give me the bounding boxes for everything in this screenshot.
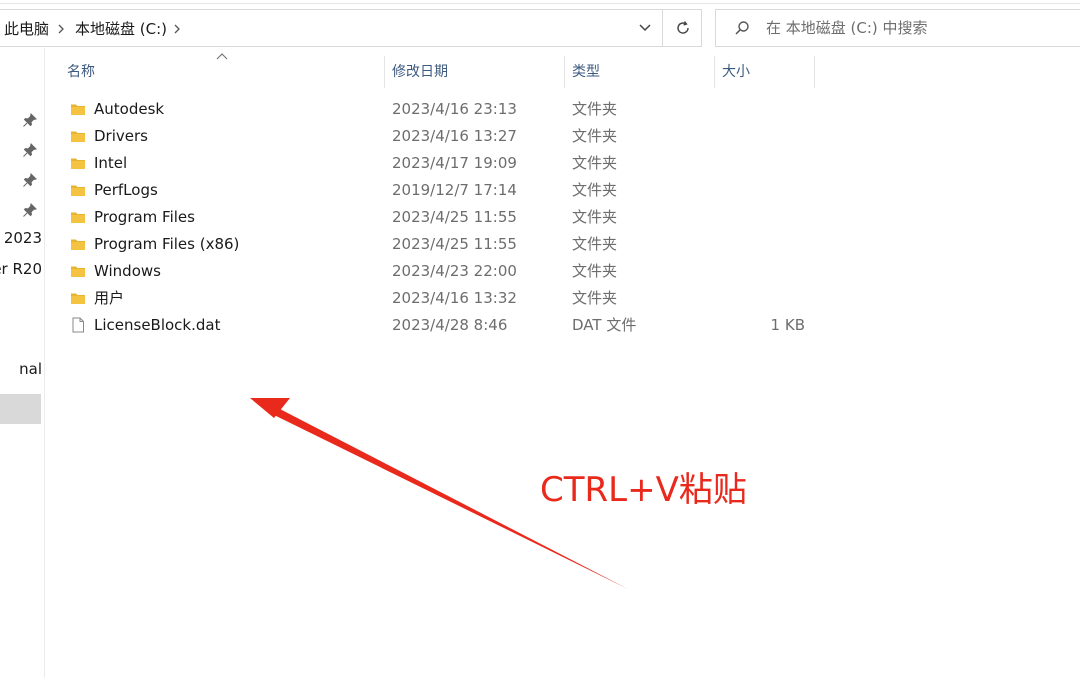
file-name[interactable]: 用户 <box>94 285 124 312</box>
file-icon <box>70 317 86 333</box>
refresh-button[interactable] <box>663 10 701 46</box>
chevron-right-icon[interactable] <box>172 10 182 48</box>
file-type: 文件夹 <box>572 181 618 199</box>
column-header-type[interactable]: 类型 <box>572 56 600 88</box>
file-size <box>722 231 805 258</box>
folder-icon <box>70 263 86 279</box>
navigation-pane[interactable]: 2023 er R20 nal <box>0 48 45 678</box>
nav-item-selected[interactable] <box>0 394 41 424</box>
chevron-down-icon <box>639 24 651 32</box>
file-type: 文件夹 <box>572 127 618 145</box>
file-size <box>722 150 805 177</box>
file-name[interactable]: Program Files <box>94 204 195 231</box>
refresh-icon <box>677 21 689 34</box>
file-type: 文件夹 <box>572 100 618 118</box>
file-modified-date: 2019/12/7 17:14 <box>392 181 517 199</box>
file-row[interactable]: 用户 2023/4/16 13:32 文件夹 <box>62 285 822 312</box>
window-top-border <box>0 3 1080 4</box>
file-name[interactable]: Autodesk <box>94 96 164 123</box>
file-row[interactable]: Windows 2023/4/23 22:00 文件夹 <box>62 258 822 285</box>
file-name[interactable]: Drivers <box>94 123 148 150</box>
file-modified-date: 2023/4/23 22:00 <box>392 262 517 280</box>
file-type: 文件夹 <box>572 262 618 280</box>
folder-icon <box>70 236 86 252</box>
file-name[interactable]: LicenseBlock.dat <box>94 312 220 339</box>
folder-icon <box>70 128 86 144</box>
breadcrumb-local-disk[interactable]: 本地磁盘 (C:) <box>75 10 167 48</box>
file-row[interactable]: Intel 2023/4/17 19:09 文件夹 <box>62 150 822 177</box>
column-header-date[interactable]: 修改日期 <box>392 56 448 88</box>
file-modified-date: 2023/4/16 13:32 <box>392 289 517 307</box>
nav-item-2023[interactable]: 2023 <box>4 229 42 247</box>
file-row[interactable]: LicenseBlock.dat 2023/4/28 8:46 DAT 文件 1 KB <box>62 312 822 339</box>
file-size <box>722 204 805 231</box>
folder-icon <box>70 209 86 225</box>
file-size <box>722 123 805 150</box>
file-modified-date: 2023/4/16 13:27 <box>392 127 517 145</box>
file-modified-date: 2023/4/16 23:13 <box>392 100 517 118</box>
file-name[interactable]: Intel <box>94 150 127 177</box>
file-type: 文件夹 <box>572 235 618 253</box>
pin-icon[interactable] <box>22 142 38 158</box>
file-type: DAT 文件 <box>572 316 637 334</box>
file-row[interactable]: PerfLogs 2019/12/7 17:14 文件夹 <box>62 177 822 204</box>
column-divider[interactable] <box>714 56 715 88</box>
folder-icon <box>70 155 86 171</box>
file-type: 文件夹 <box>572 154 618 172</box>
column-header-name[interactable]: 名称 <box>67 56 95 88</box>
column-divider[interactable] <box>564 56 565 88</box>
search-icon <box>735 21 749 35</box>
pin-icon[interactable] <box>22 112 38 128</box>
folder-icon <box>70 182 86 198</box>
file-row[interactable]: Drivers 2023/4/16 13:27 文件夹 <box>62 123 822 150</box>
folder-icon <box>70 290 86 306</box>
file-row[interactable]: Program Files (x86) 2023/4/25 11:55 文件夹 <box>62 231 822 258</box>
column-divider[interactable] <box>814 56 815 88</box>
search-box[interactable]: 在 本地磁盘 (C:) 中搜索 <box>715 9 1080 47</box>
address-history-dropdown[interactable] <box>626 10 663 46</box>
file-modified-date: 2023/4/28 8:46 <box>392 316 508 334</box>
nav-item-er-r20[interactable]: er R20 <box>0 260 42 278</box>
file-modified-date: 2023/4/17 19:09 <box>392 154 517 172</box>
folder-icon <box>70 101 86 117</box>
address-bar[interactable]: 此电脑 本地磁盘 (C:) <box>0 9 702 47</box>
file-type: 文件夹 <box>572 289 618 307</box>
chevron-right-icon[interactable] <box>56 10 66 48</box>
file-modified-date: 2023/4/25 11:55 <box>392 235 517 253</box>
file-size <box>722 258 805 285</box>
pin-icon[interactable] <box>22 202 38 218</box>
breadcrumb-this-pc[interactable]: 此电脑 <box>4 10 49 48</box>
file-row[interactable]: Program Files 2023/4/25 11:55 文件夹 <box>62 204 822 231</box>
file-size <box>722 177 805 204</box>
pin-icon[interactable] <box>22 172 38 188</box>
file-size <box>722 96 805 123</box>
search-input[interactable]: 在 本地磁盘 (C:) 中搜索 <box>766 10 928 46</box>
annotation-label: CTRL+V粘贴 <box>540 470 747 510</box>
file-type: 文件夹 <box>572 208 618 226</box>
file-modified-date: 2023/4/25 11:55 <box>392 208 517 226</box>
sort-ascending-icon <box>216 53 228 60</box>
column-header-size[interactable]: 大小 <box>722 56 750 88</box>
file-size <box>722 285 805 312</box>
nav-item-nal[interactable]: nal <box>19 360 42 378</box>
file-name[interactable]: Program Files (x86) <box>94 231 239 258</box>
file-row[interactable]: Autodesk 2023/4/16 23:13 文件夹 <box>62 96 822 123</box>
file-name[interactable]: PerfLogs <box>94 177 158 204</box>
file-name[interactable]: Windows <box>94 258 161 285</box>
column-divider[interactable] <box>384 56 385 88</box>
file-size: 1 KB <box>770 316 805 334</box>
